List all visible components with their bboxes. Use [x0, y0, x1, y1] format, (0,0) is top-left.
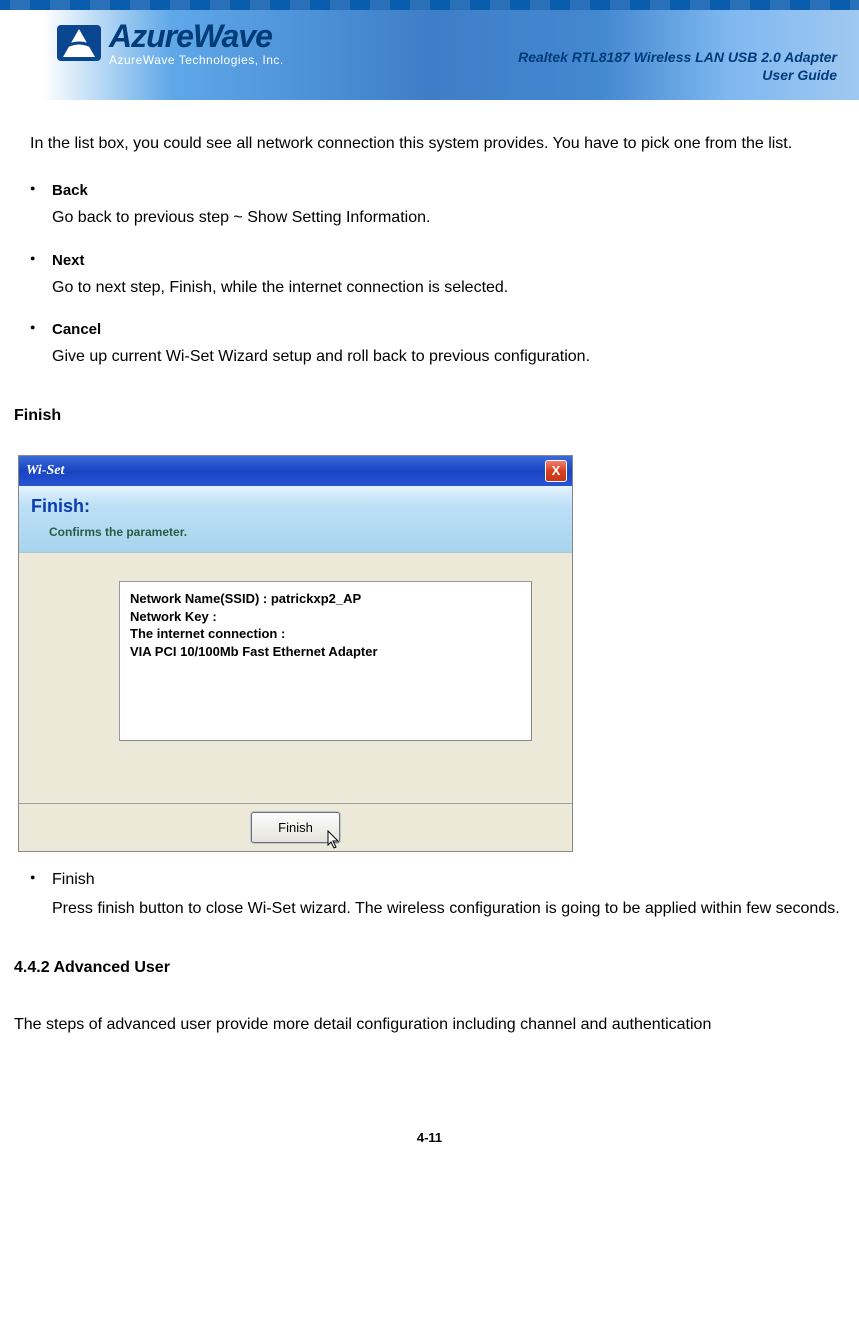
summary-ssid: Network Name(SSID) : patrickxp2_AP: [130, 590, 521, 608]
list-item: Next Go to next step, Finish, while the …: [30, 247, 845, 303]
subsection-heading: 4.4.2 Advanced User: [14, 954, 845, 983]
finish-button-label: Finish: [278, 820, 313, 835]
item-desc-next: Go to next step, Finish, while the inter…: [52, 274, 845, 303]
logo-text: AzureWave: [109, 18, 284, 55]
item-title-cancel: Cancel: [52, 316, 845, 343]
dialog-subheader-desc: Confirms the parameter.: [31, 522, 560, 544]
wiset-dialog: Wi-Set X Finish: Confirms the parameter.…: [18, 455, 573, 852]
dialog-body: Network Name(SSID) : patrickxp2_AP Netwo…: [19, 553, 572, 803]
finish-description-list: Finish Press finish button to close Wi-S…: [30, 866, 845, 924]
logo-subtext: AzureWave Technologies, Inc.: [109, 53, 284, 67]
list-item: Back Go back to previous step ~ Show Set…: [30, 177, 845, 233]
header-title: Realtek RTL8187 Wireless LAN USB 2.0 Ada…: [518, 48, 837, 84]
dialog-titlebar: Wi-Set X: [19, 456, 572, 486]
summary-key: Network Key :: [130, 608, 521, 626]
logo: AzureWave AzureWave Technologies, Inc.: [55, 18, 284, 67]
dialog-summary-box: Network Name(SSID) : patrickxp2_AP Netwo…: [119, 581, 532, 741]
list-item: Finish Press finish button to close Wi-S…: [30, 866, 845, 924]
dialog-subheader-title: Finish:: [31, 490, 560, 522]
header-banner: AzureWave AzureWave Technologies, Inc. R…: [0, 0, 859, 100]
intro-paragraph: In the list box, you could see all netwo…: [30, 130, 845, 159]
body-paragraph: The steps of advanced user provide more …: [14, 1011, 845, 1040]
item-desc-back: Go back to previous step ~ Show Setting …: [52, 204, 845, 233]
item-title-next: Next: [52, 247, 845, 274]
item-desc-cancel: Give up current Wi-Set Wizard setup and …: [52, 343, 845, 372]
cursor-icon: [327, 830, 343, 850]
section-heading-finish: Finish: [14, 402, 845, 431]
item-desc-finish: Press finish button to close Wi-Set wiza…: [52, 895, 845, 924]
dialog-title: Wi-Set: [24, 458, 545, 483]
item-title-back: Back: [52, 177, 845, 204]
header-title-line1: Realtek RTL8187 Wireless LAN USB 2.0 Ada…: [518, 48, 837, 66]
dialog-footer: Finish: [19, 803, 572, 851]
item-title-finish: Finish: [52, 866, 845, 895]
close-button[interactable]: X: [545, 460, 567, 482]
finish-button[interactable]: Finish: [251, 812, 340, 843]
summary-connection: The internet connection :: [130, 625, 521, 643]
dialog-subheader: Finish: Confirms the parameter.: [19, 486, 572, 553]
close-icon: X: [552, 459, 561, 482]
page-number: 4-11: [0, 1120, 859, 1165]
azurewave-logo-icon: [55, 19, 103, 67]
list-item: Cancel Give up current Wi-Set Wizard set…: [30, 316, 845, 372]
header-title-line2: User Guide: [518, 66, 837, 84]
page-content: In the list box, you could see all netwo…: [0, 100, 859, 1120]
summary-adapter: VIA PCI 10/100Mb Fast Ethernet Adapter: [130, 643, 521, 661]
button-description-list: Back Go back to previous step ~ Show Set…: [30, 177, 845, 372]
